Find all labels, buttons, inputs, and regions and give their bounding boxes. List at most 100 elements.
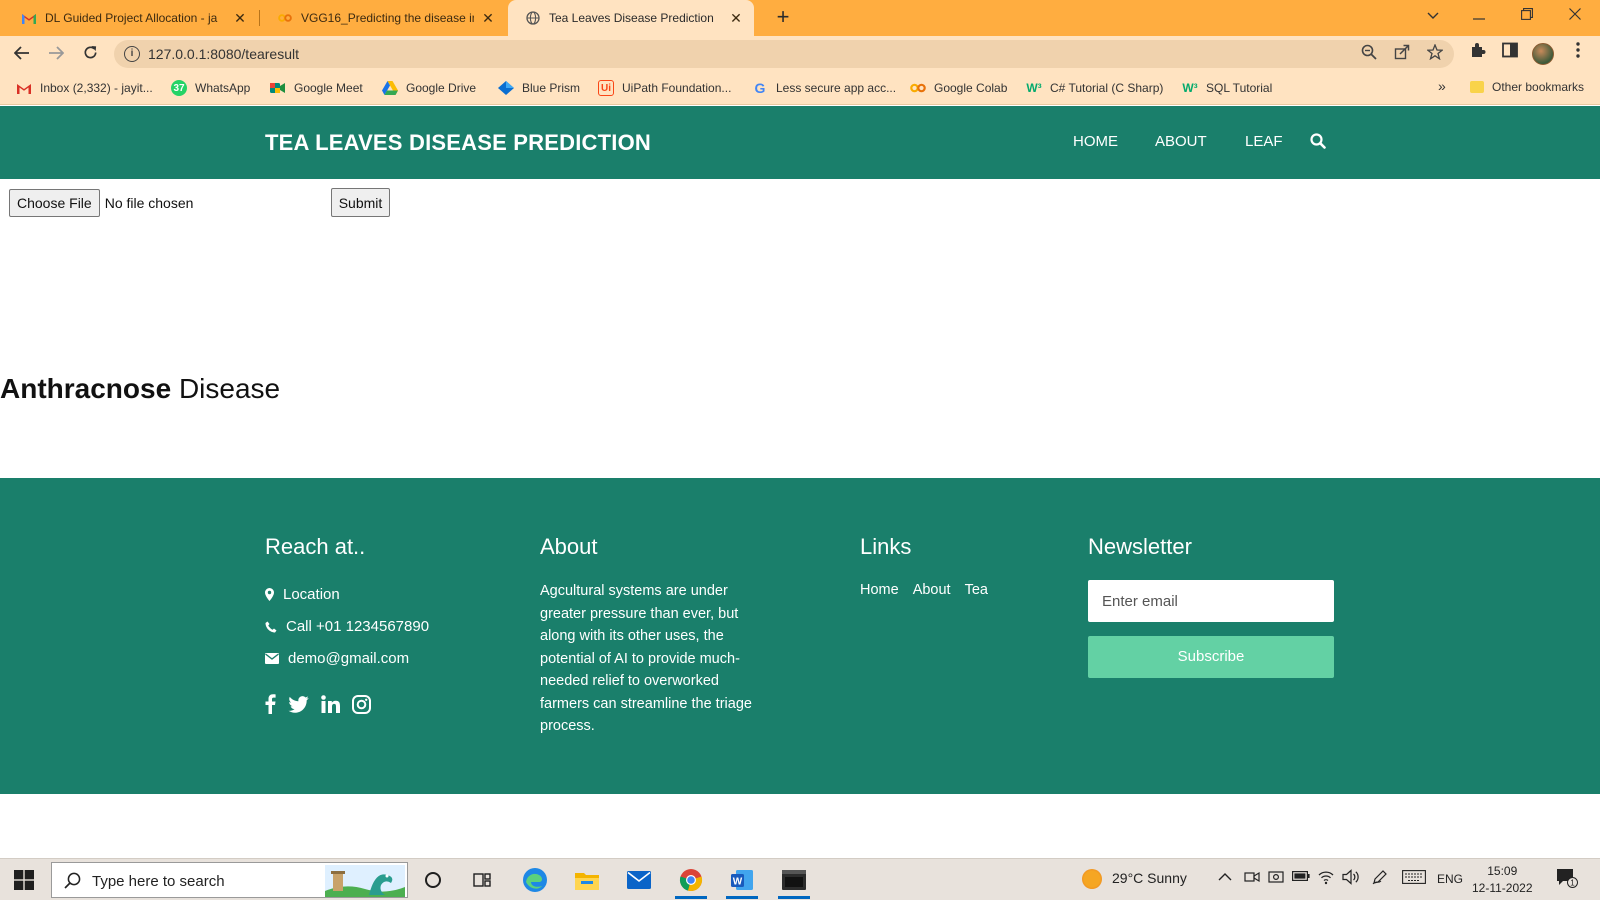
footer-link-about[interactable]: About <box>913 582 951 598</box>
nav-home[interactable]: HOME <box>1073 133 1118 150</box>
bookmark-google-meet[interactable]: Google Meet <box>270 80 363 96</box>
bookmark-whatsapp[interactable]: 37 WhatsApp <box>171 80 250 96</box>
upload-form: Choose File No file chosen Submit <box>9 188 391 217</box>
minimize-button[interactable] <box>1456 0 1502 34</box>
submit-button[interactable]: Submit <box>330 188 391 217</box>
footer-link-tea[interactable]: Tea <box>965 582 988 598</box>
location-link[interactable]: Location <box>265 586 340 603</box>
newsletter-email-input[interactable] <box>1088 580 1334 622</box>
site-info-icon[interactable]: i <box>124 46 140 62</box>
edge-icon[interactable] <box>515 864 555 896</box>
side-panel-icon[interactable] <box>1498 42 1522 66</box>
bookmark-csharp-tutorial[interactable]: W³ C# Tutorial (C Sharp) <box>1026 80 1163 96</box>
bookmark-star-icon[interactable] <box>1424 43 1446 64</box>
other-bookmarks[interactable]: Other bookmarks <box>1470 80 1584 94</box>
wifi-icon[interactable] <box>1318 869 1334 888</box>
notification-center-icon[interactable]: 1 <box>1556 868 1578 891</box>
terminal-icon[interactable] <box>774 864 814 899</box>
search-icon[interactable] <box>1310 133 1326 149</box>
tab-tea-leaves[interactable]: Tea Leaves Disease Prediction ✕ <box>508 0 754 36</box>
close-tab-icon[interactable]: ✕ <box>232 10 248 27</box>
forward-button[interactable] <box>42 40 70 68</box>
battery-icon[interactable] <box>1292 870 1310 885</box>
globe-icon <box>526 11 540 25</box>
back-button[interactable] <box>8 40 36 68</box>
bookmark-inbox[interactable]: Inbox (2,332) - jayit... <box>16 80 153 96</box>
nav-about[interactable]: ABOUT <box>1155 133 1207 150</box>
taskbar-search-box[interactable]: Type here to search <box>51 862 408 898</box>
disease-name: Anthracnose <box>0 373 172 404</box>
tab-colab[interactable]: VGG16_Predicting the disease in T ✕ <box>260 0 506 36</box>
mail-icon[interactable] <box>619 864 659 896</box>
site-header: TEA LEAVES DISEASE PREDICTION HOME ABOUT… <box>0 106 1600 179</box>
screen-capture-icon[interactable] <box>1268 869 1284 888</box>
windows-start-icon[interactable] <box>14 870 34 890</box>
prediction-result: Anthracnose Disease <box>0 373 280 405</box>
bookmarks-overflow-button[interactable]: » <box>1438 78 1446 94</box>
bookmark-google-drive[interactable]: Google Drive <box>382 80 476 96</box>
linkedin-icon[interactable] <box>321 695 340 713</box>
touch-keyboard-icon[interactable] <box>1402 870 1426 887</box>
nav-leaf[interactable]: LEAF <box>1245 133 1283 150</box>
system-clock[interactable]: 15:09 12-11-2022 <box>1472 863 1533 897</box>
w3schools-icon: W³ <box>1026 81 1042 95</box>
close-tab-icon[interactable]: ✕ <box>728 10 744 27</box>
search-icon <box>64 872 81 889</box>
whatsapp-icon: 37 <box>171 80 187 96</box>
bookmark-sql-tutorial[interactable]: W³ SQL Tutorial <box>1182 80 1272 96</box>
task-view-icon[interactable] <box>463 864 503 896</box>
chrome-icon[interactable] <box>671 864 711 899</box>
folder-icon <box>1470 81 1484 93</box>
cortana-icon[interactable] <box>413 864 453 896</box>
map-marker-icon <box>265 588 274 601</box>
share-icon[interactable] <box>1391 44 1413 64</box>
zoom-icon[interactable] <box>1358 44 1380 64</box>
meet-now-icon[interactable] <box>1244 869 1260 888</box>
bookmark-less-secure[interactable]: G Less secure app acc... <box>752 80 897 96</box>
close-tab-icon[interactable]: ✕ <box>480 10 496 27</box>
tab-search-icon[interactable] <box>1410 0 1456 34</box>
subscribe-button[interactable]: Subscribe <box>1088 636 1334 678</box>
reload-button[interactable] <box>76 40 104 68</box>
new-tab-button[interactable]: + <box>769 4 797 32</box>
bookmark-google-colab[interactable]: Google Colab <box>910 80 1007 96</box>
pen-icon[interactable] <box>1372 869 1388 888</box>
blueprism-icon <box>498 80 514 96</box>
gmail-icon <box>22 11 36 25</box>
svg-text:W: W <box>733 877 743 888</box>
footer-link-home[interactable]: Home <box>860 582 899 598</box>
address-bar[interactable]: i 127.0.0.1:8080/tearesult <box>114 40 1454 68</box>
email-link[interactable]: demo@gmail.com <box>265 650 409 667</box>
social-links <box>265 694 383 714</box>
menu-icon[interactable] <box>1566 42 1590 66</box>
about-heading: About <box>540 534 598 559</box>
close-window-button[interactable] <box>1552 0 1598 34</box>
restore-button[interactable] <box>1504 0 1550 34</box>
facebook-icon[interactable] <box>265 694 276 714</box>
search-highlight-illustration-icon <box>325 865 405 897</box>
tray-chevron-up-icon[interactable] <box>1218 871 1232 885</box>
site-brand[interactable]: TEA LEAVES DISEASE PREDICTION <box>265 130 651 156</box>
twitter-icon[interactable] <box>288 695 309 713</box>
file-explorer-icon[interactable] <box>567 864 607 896</box>
url-text: 127.0.0.1:8080/tearesult <box>148 46 300 62</box>
gmail-icon <box>16 80 32 96</box>
weather-text[interactable]: 29°C Sunny <box>1112 870 1187 886</box>
clock-date: 12-11-2022 <box>1472 881 1533 895</box>
choose-file-button[interactable]: Choose File <box>9 188 100 217</box>
instagram-icon[interactable] <box>352 694 371 714</box>
disease-suffix: Disease <box>178 373 281 404</box>
word-icon[interactable]: W <box>722 864 762 899</box>
extensions-icon[interactable] <box>1466 42 1490 66</box>
newsletter-heading: Newsletter <box>1088 534 1192 559</box>
bookmark-blue-prism[interactable]: Blue Prism <box>498 80 580 96</box>
bookmark-uipath[interactable]: Ui UiPath Foundation... <box>598 80 731 96</box>
weather-sun-icon[interactable] <box>1082 869 1102 889</box>
footer-links: Home About Tea <box>860 582 1002 598</box>
volume-icon[interactable] <box>1342 869 1360 888</box>
tab-gmail[interactable]: DL Guided Project Allocation - ja ✕ <box>4 0 258 36</box>
profile-avatar[interactable] <box>1532 43 1554 65</box>
language-indicator[interactable]: ENG <box>1437 872 1463 886</box>
phone-link[interactable]: Call +01 1234567890 <box>265 618 429 635</box>
browser-toolbar: i 127.0.0.1:8080/tearesult <box>0 36 1600 72</box>
